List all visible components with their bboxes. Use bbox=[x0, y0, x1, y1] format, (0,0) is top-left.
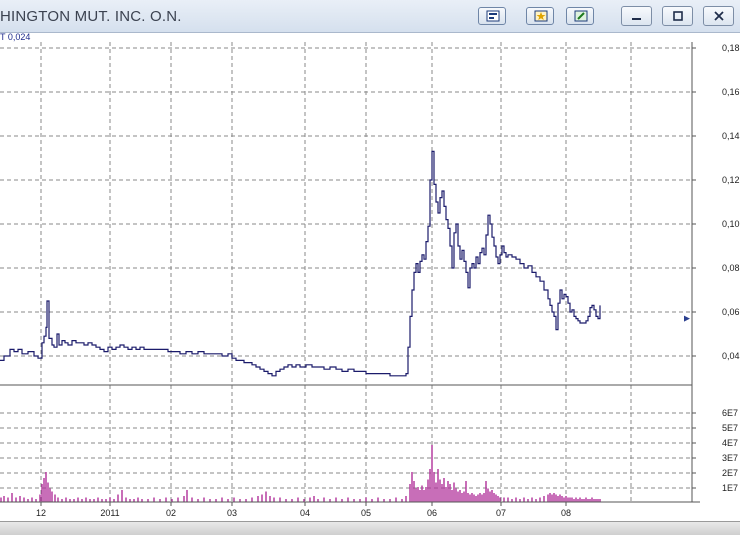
x-tick-label: 07 bbox=[496, 508, 506, 518]
price-line bbox=[0, 150, 601, 377]
price-y-tick-label: 0,12 bbox=[722, 175, 740, 185]
price-y-tick-label: 0,16 bbox=[722, 87, 740, 97]
x-tick-label: 12 bbox=[36, 508, 46, 518]
x-tick-label: 03 bbox=[227, 508, 237, 518]
volume-y-tick-label: 6E7 bbox=[722, 408, 738, 418]
price-y-tick-label: 0,10 bbox=[722, 219, 740, 229]
x-tick-label: 06 bbox=[427, 508, 437, 518]
x-tick-label: 04 bbox=[300, 508, 310, 518]
x-tick-label: 02 bbox=[166, 508, 176, 518]
price-y-tick-label: 0,18 bbox=[722, 43, 740, 53]
x-tick-label: 05 bbox=[361, 508, 371, 518]
volume-y-tick-label: 2E7 bbox=[722, 468, 738, 478]
horizontal-scrollbar[interactable] bbox=[0, 521, 740, 535]
chart-grid bbox=[0, 42, 692, 502]
price-series bbox=[0, 150, 690, 377]
volume-y-tick-label: 3E7 bbox=[722, 453, 738, 463]
x-tick-label: 2011 bbox=[100, 508, 119, 518]
price-chart[interactable]: 0,18 0,16 0,14 0,12 0,10 0,08 0,06 0,04 6E7 5E7 4E… bbox=[0, 0, 740, 534]
price-y-tick-label: 0,08 bbox=[722, 263, 740, 273]
volume-series bbox=[0, 445, 601, 502]
volume-y-tick-label: 1E7 bbox=[722, 483, 738, 493]
x-tick-label: 08 bbox=[561, 508, 571, 518]
price-y-tick-label: 0,14 bbox=[722, 131, 740, 141]
volume-y-tick-label: 5E7 bbox=[722, 423, 738, 433]
volume-y-tick-label: 4E7 bbox=[722, 438, 738, 448]
price-y-tick-label: 0,04 bbox=[722, 351, 740, 361]
price-y-tick-label: 0,06 bbox=[722, 307, 740, 317]
last-value-marker bbox=[684, 315, 690, 322]
chart-axes: 0,18 0,16 0,14 0,12 0,10 0,08 0,06 0,04 6E7 5E7 4E… bbox=[0, 42, 740, 534]
